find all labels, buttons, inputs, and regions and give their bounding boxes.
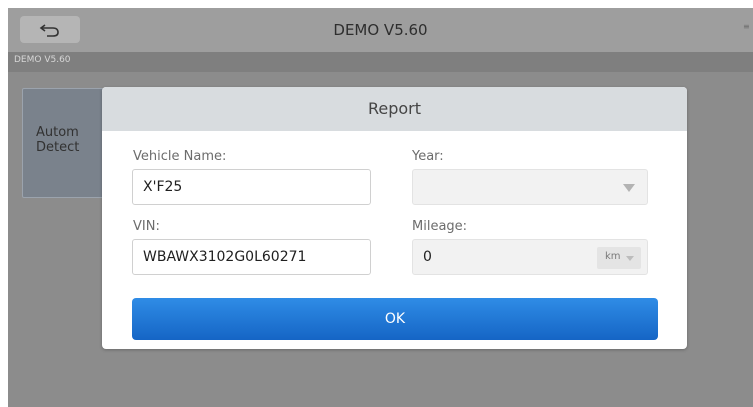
vin-field[interactable]: WBAWX3102G0L60271 [132, 239, 371, 275]
vehicle-name-label: Vehicle Name: [133, 149, 227, 164]
top-bar: DEMO V5.60 ≡ [8, 8, 753, 52]
mileage-field[interactable]: 0 km [412, 239, 648, 275]
chevron-down-icon [623, 184, 635, 192]
mileage-unit: km [605, 251, 621, 262]
mileage-unit-select[interactable]: km [597, 247, 641, 269]
mileage-value: 0 [423, 249, 432, 265]
year-select[interactable] [412, 169, 648, 205]
app-title: DEMO V5.60 [333, 21, 428, 39]
back-button[interactable] [20, 16, 80, 43]
auto-detect-label-1: Autom [36, 125, 79, 140]
vehicle-name-field[interactable]: X'F25 [132, 169, 371, 205]
vehicle-name-value: X'F25 [143, 179, 183, 195]
ok-button[interactable]: OK [132, 298, 658, 340]
dialog-title: Report [102, 87, 687, 131]
mileage-label: Mileage: [412, 219, 468, 234]
report-dialog: Report Vehicle Name: X'F25 Year: VIN: WB… [102, 87, 687, 349]
year-label: Year: [412, 149, 444, 164]
status-icon: ≡ [743, 22, 750, 31]
vin-value: WBAWX3102G0L60271 [143, 249, 307, 265]
vin-label: VIN: [133, 219, 160, 234]
back-arrow-icon [39, 23, 59, 37]
auto-detect-label-2: Detect [36, 140, 80, 155]
chevron-down-icon [626, 256, 634, 261]
breadcrumb: DEMO V5.60 [8, 52, 753, 72]
app-window: DEMO V5.60 ≡ DEMO V5.60 Autom Detect Rep… [8, 8, 753, 407]
breadcrumb-label: DEMO V5.60 [14, 55, 71, 65]
